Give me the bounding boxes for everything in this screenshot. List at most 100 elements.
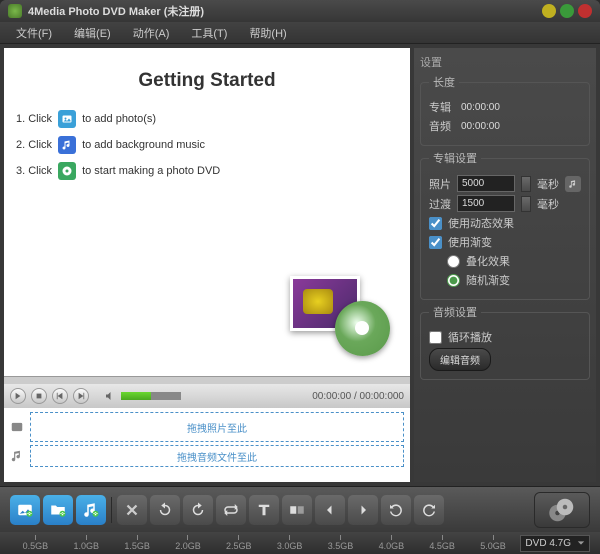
disc-type-selector[interactable]: DVD 4.7G: [520, 535, 590, 552]
motion-label: 使用动态效果: [448, 215, 514, 231]
volume-slider[interactable]: [121, 392, 181, 400]
repeat-button[interactable]: [216, 495, 246, 525]
volume-fill: [121, 392, 151, 400]
gradient-radios: 叠化效果 随机渐变: [429, 253, 581, 288]
capacity-tick: 3.0GB: [264, 535, 315, 551]
menu-help[interactable]: 帮助(H): [239, 22, 296, 44]
loop-checkbox[interactable]: [429, 331, 442, 344]
audio-track: 拖拽音频文件至此: [10, 445, 404, 467]
minimize-button[interactable]: [542, 4, 556, 18]
rotate-left-button[interactable]: [150, 495, 180, 525]
move-right-button[interactable]: [348, 495, 378, 525]
move-left-button[interactable]: [315, 495, 345, 525]
audio-settings-group: 音频设置 循环播放 编辑音频: [420, 304, 590, 380]
capacity-tick: 3.5GB: [315, 535, 366, 551]
maximize-button[interactable]: [560, 4, 574, 18]
timeline-tracks: 拖拽照片至此 拖拽音频文件至此: [4, 408, 410, 482]
add-photo-button[interactable]: [10, 495, 40, 525]
capacity-tick: 2.0GB: [163, 535, 214, 551]
album-settings-legend: 专辑设置: [429, 150, 481, 166]
menu-action[interactable]: 动作(A): [123, 22, 180, 44]
play-button[interactable]: [10, 388, 26, 404]
photo-track-icon: [10, 420, 24, 434]
audio-length-row: 音频 00:00:00: [429, 118, 581, 134]
capacity-tick: 1.0GB: [61, 535, 112, 551]
promo-disc-icon: [335, 301, 390, 356]
transition-duration-spinner[interactable]: [521, 196, 531, 212]
motion-checkbox-row[interactable]: 使用动态效果: [429, 215, 581, 231]
prev-button[interactable]: [52, 388, 68, 404]
playback-controls: 00:00:00 / 00:00:000: [4, 384, 410, 408]
main-area: Getting Started 1. Click to add photo(s)…: [0, 44, 600, 486]
chevron-down-icon: [577, 539, 585, 547]
photo-duration-input[interactable]: [457, 175, 515, 192]
transition-duration-row: 过渡 毫秒: [429, 195, 581, 212]
window-title: 4Media Photo DVD Maker (未注册): [28, 3, 542, 19]
text-button[interactable]: [249, 495, 279, 525]
close-button[interactable]: [578, 4, 592, 18]
rotate-right-button[interactable]: [183, 495, 213, 525]
stop-button[interactable]: [31, 388, 47, 404]
photo-icon: [58, 110, 76, 128]
statusbar: 0.5GB1.0GB1.5GB2.0GB2.5GB3.0GB3.5GB4.0GB…: [0, 532, 600, 554]
length-legend: 长度: [429, 74, 459, 90]
music-icon: [58, 136, 76, 154]
overlay-radio-row[interactable]: 叠化效果: [447, 253, 581, 269]
add-music-button[interactable]: [76, 495, 106, 525]
album-length-value: 00:00:00: [457, 100, 515, 115]
menu-edit[interactable]: 编辑(E): [64, 22, 121, 44]
preview-panel: Getting Started 1. Click to add photo(s)…: [4, 48, 410, 376]
undo-button[interactable]: [381, 495, 411, 525]
delete-button[interactable]: [117, 495, 147, 525]
step-3-post: to start making a photo DVD: [82, 165, 220, 177]
menu-tools[interactable]: 工具(T): [181, 22, 237, 44]
redo-button[interactable]: [414, 495, 444, 525]
photo-duration-spinner[interactable]: [521, 176, 531, 192]
promo-graphic: [290, 276, 390, 356]
random-radio[interactable]: [447, 274, 460, 287]
transition-duration-input[interactable]: [457, 195, 515, 212]
photo-drop-zone[interactable]: 拖拽照片至此: [30, 412, 404, 442]
loop-checkbox-row[interactable]: 循环播放: [429, 329, 581, 345]
audio-length-label: 音频: [429, 118, 451, 134]
loop-label: 循环播放: [448, 329, 492, 345]
edit-audio-button[interactable]: 编辑音频: [429, 348, 491, 371]
random-label: 随机渐变: [466, 272, 510, 288]
random-radio-row[interactable]: 随机渐变: [447, 272, 581, 288]
step-1-pre: 1. Click: [16, 113, 52, 125]
gradient-checkbox[interactable]: [429, 236, 442, 249]
step-2-pre: 2. Click: [16, 139, 52, 151]
capacity-ruler: 0.5GB1.0GB1.5GB2.0GB2.5GB3.0GB3.5GB4.0GB…: [10, 535, 518, 551]
gradient-checkbox-row[interactable]: 使用渐变: [429, 234, 581, 250]
burn-button[interactable]: [534, 492, 590, 528]
album-settings-group: 专辑设置 照片 毫秒 过渡 毫秒 使用动态效果 使用渐变 叠化效果: [420, 150, 590, 300]
photo-track: 拖拽照片至此: [10, 412, 404, 442]
audio-settings-legend: 音频设置: [429, 304, 481, 320]
audio-drop-zone[interactable]: 拖拽音频文件至此: [30, 445, 404, 467]
step-2-post: to add background music: [82, 139, 205, 151]
add-folder-button[interactable]: [43, 495, 73, 525]
audio-length-value: 00:00:00: [457, 119, 515, 134]
settings-panel: 设置 长度 专辑 00:00:00 音频 00:00:00 专辑设置 照片: [414, 48, 596, 482]
seek-bar[interactable]: [4, 376, 410, 384]
transition-button[interactable]: [282, 495, 312, 525]
titlebar[interactable]: 4Media Photo DVD Maker (未注册): [0, 0, 600, 22]
app-icon: [8, 4, 22, 18]
album-length-label: 专辑: [429, 99, 451, 115]
app-window: 4Media Photo DVD Maker (未注册) 文件(F) 编辑(E)…: [0, 0, 600, 554]
step-2: 2. Click to add background music: [16, 136, 398, 154]
window-controls: [542, 4, 592, 18]
length-group: 长度 专辑 00:00:00 音频 00:00:00: [420, 74, 590, 146]
motion-checkbox[interactable]: [429, 217, 442, 230]
dvd-icon: [58, 162, 76, 180]
step-3-pre: 3. Click: [16, 165, 52, 177]
album-length-row: 专辑 00:00:00: [429, 99, 581, 115]
menu-file[interactable]: 文件(F): [6, 22, 62, 44]
next-button[interactable]: [73, 388, 89, 404]
steps-list: 1. Click to add photo(s) 2. Click to add…: [16, 110, 398, 188]
capacity-tick: 2.5GB: [213, 535, 264, 551]
overlay-radio[interactable]: [447, 255, 460, 268]
bottom-toolbar: [0, 486, 600, 532]
apply-music-button[interactable]: [565, 176, 581, 192]
transition-duration-label: 过渡: [429, 196, 451, 212]
